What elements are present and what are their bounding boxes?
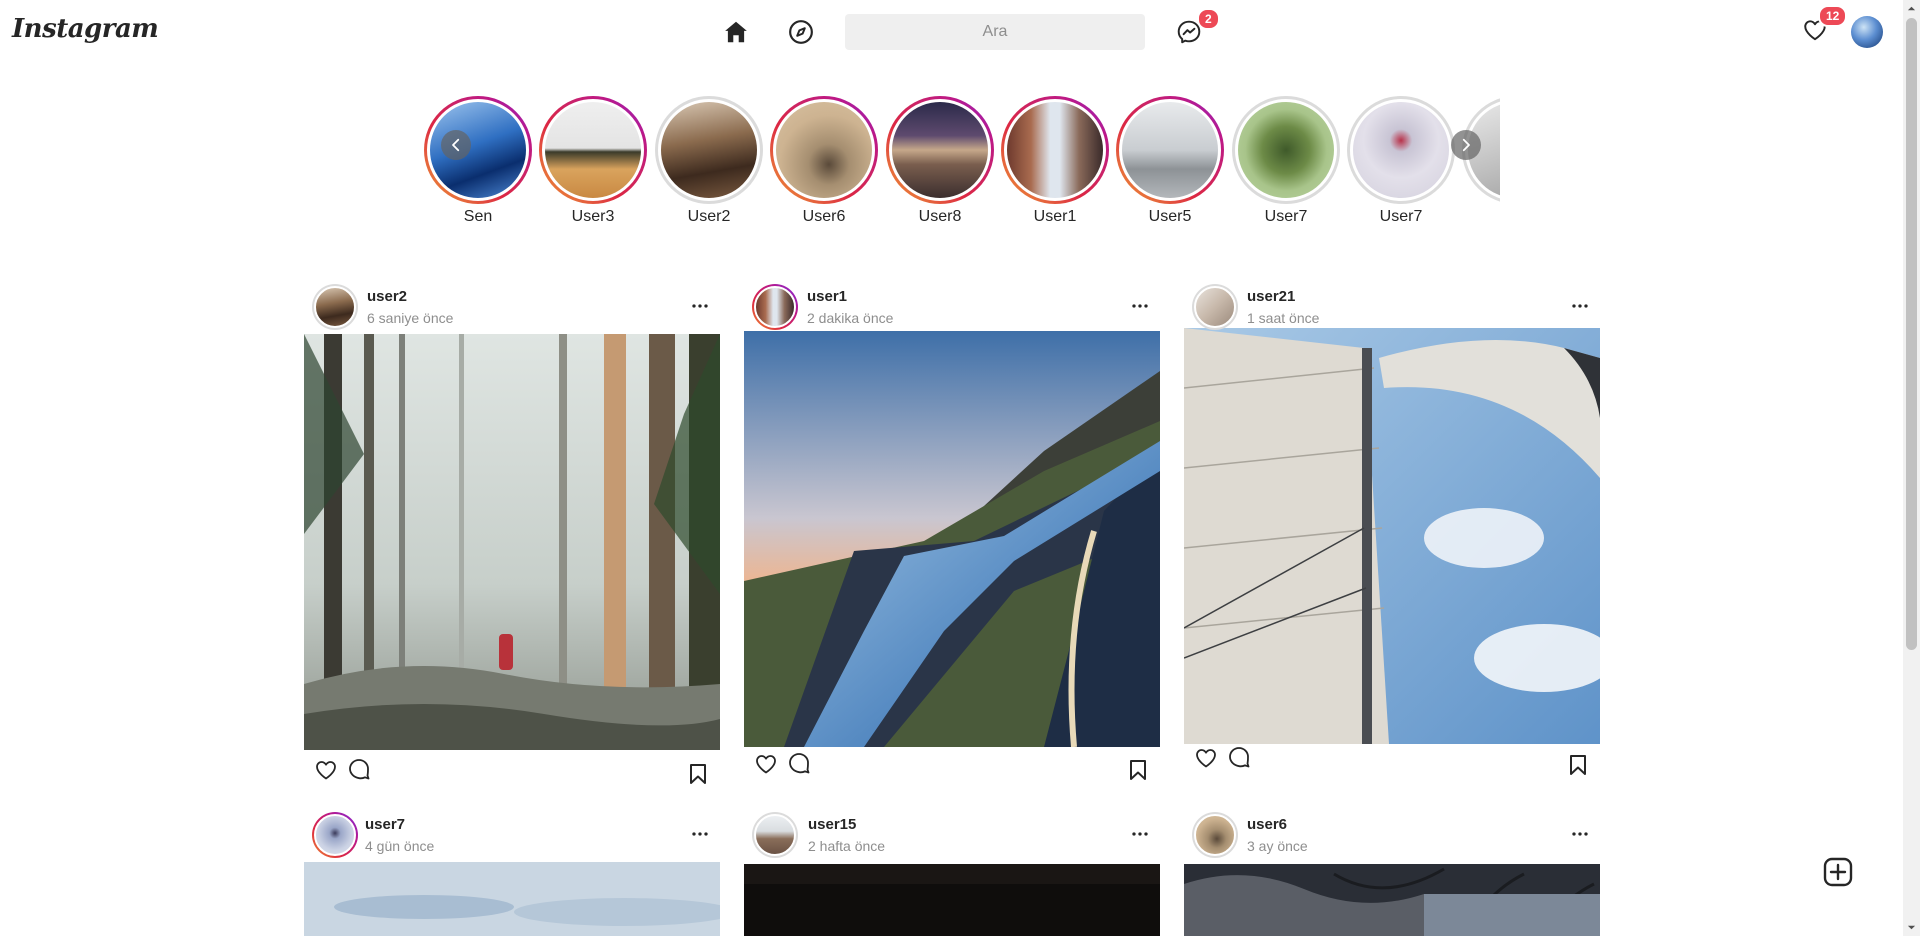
more-options-icon[interactable] <box>1128 296 1152 316</box>
post-username[interactable]: user21 <box>1247 288 1295 305</box>
post-timestamp: 2 dakika önce <box>807 310 894 326</box>
post-avatar[interactable] <box>1192 284 1238 330</box>
comment-icon[interactable] <box>1227 745 1253 771</box>
post-username[interactable]: user2 <box>367 288 407 305</box>
story-item[interactable]: User5 <box>1115 96 1225 226</box>
post-image[interactable] <box>304 334 720 750</box>
post-image[interactable] <box>744 331 1160 747</box>
more-options-icon[interactable] <box>1568 824 1592 844</box>
story-item[interactable]: User2 <box>654 96 764 226</box>
post-avatar[interactable] <box>1192 812 1238 858</box>
more-options-icon[interactable] <box>688 296 712 316</box>
chevron-left-icon <box>452 138 460 152</box>
story-username: User6 <box>802 208 846 225</box>
story-username: User2 <box>687 208 731 225</box>
instagram-logo[interactable]: Instagram <box>12 14 159 44</box>
post-timestamp: 3 ay önce <box>1247 838 1308 854</box>
story-item[interactable]: User7 <box>1346 96 1456 226</box>
home-icon[interactable] <box>721 17 751 47</box>
scroll-up-arrow-icon[interactable] <box>1907 4 1916 13</box>
story-username: User5 <box>1148 208 1192 225</box>
post-card: user2 6 saniye önce <box>304 282 720 790</box>
stories-bar: Sen User3 User2 User6 User8 User1 User5 … <box>420 92 1500 232</box>
post-username[interactable]: user1 <box>807 288 847 305</box>
story-username: User8 <box>918 208 962 225</box>
story-item[interactable]: User7 <box>1231 96 1341 226</box>
story-item[interactable]: U <box>1461 96 1500 226</box>
story-item[interactable]: User6 <box>769 96 879 226</box>
post-avatar[interactable] <box>312 284 358 330</box>
stories-next-button[interactable] <box>1451 130 1481 160</box>
like-heart-icon[interactable] <box>314 758 340 784</box>
post-username[interactable]: user7 <box>365 816 405 833</box>
scroll-down-arrow-icon[interactable] <box>1907 923 1916 932</box>
like-heart-icon[interactable] <box>1194 746 1220 772</box>
stories-prev-button[interactable] <box>441 130 471 160</box>
compass-icon[interactable] <box>786 17 816 47</box>
bookmark-icon[interactable] <box>686 762 712 788</box>
scrollbar[interactable] <box>1903 0 1920 936</box>
story-username: User7 <box>1264 208 1308 225</box>
story-item[interactable]: User8 <box>885 96 995 226</box>
scrollbar-thumb[interactable] <box>1906 18 1917 650</box>
profile-avatar[interactable] <box>1851 16 1883 48</box>
bookmark-icon[interactable] <box>1126 758 1152 784</box>
post-username[interactable]: user6 <box>1247 816 1287 833</box>
plus-square-icon <box>1823 857 1853 887</box>
post-card: user21 1 saat önce <box>1184 282 1600 778</box>
post-card: user6 3 ay önce <box>1184 810 1600 936</box>
post-avatar[interactable] <box>752 812 798 858</box>
story-username: User7 <box>1379 208 1423 225</box>
comment-icon[interactable] <box>347 757 373 783</box>
post-image[interactable] <box>1184 864 1600 936</box>
bookmark-icon[interactable] <box>1566 753 1592 779</box>
post-image[interactable] <box>1184 328 1600 744</box>
post-avatar[interactable] <box>752 284 798 330</box>
story-username: Sen <box>463 208 493 225</box>
more-options-icon[interactable] <box>1568 296 1592 316</box>
post-timestamp: 2 hafta önce <box>808 838 886 854</box>
story-username: User1 <box>1033 208 1077 225</box>
add-post-button[interactable] <box>1822 856 1854 888</box>
post-card: user15 2 hafta önce <box>744 810 1160 936</box>
post-card: user7 4 gün önce <box>304 810 720 936</box>
post-image[interactable] <box>304 862 720 936</box>
post-username[interactable]: user15 <box>808 816 856 833</box>
post-timestamp: 6 saniye önce <box>367 310 454 326</box>
search-input[interactable] <box>845 14 1145 50</box>
story-item[interactable]: User3 <box>538 96 648 226</box>
more-options-icon[interactable] <box>1128 824 1152 844</box>
comment-icon[interactable] <box>787 751 813 777</box>
story-item[interactable]: User1 <box>1000 96 1110 226</box>
story-item[interactable]: Sen <box>423 96 533 226</box>
post-card: user1 2 dakika önce <box>744 282 1160 784</box>
more-options-icon[interactable] <box>688 824 712 844</box>
post-image[interactable] <box>744 864 1160 936</box>
chevron-right-icon <box>1462 138 1470 152</box>
notifications-badge: 12 <box>1818 5 1848 27</box>
like-heart-icon[interactable] <box>754 752 780 778</box>
post-avatar[interactable] <box>312 812 358 858</box>
story-username: User3 <box>571 208 615 225</box>
story-username: U <box>1461 208 1500 226</box>
post-timestamp: 4 gün önce <box>365 838 435 854</box>
post-timestamp: 1 saat önce <box>1247 310 1320 326</box>
messages-badge: 2 <box>1197 8 1220 30</box>
